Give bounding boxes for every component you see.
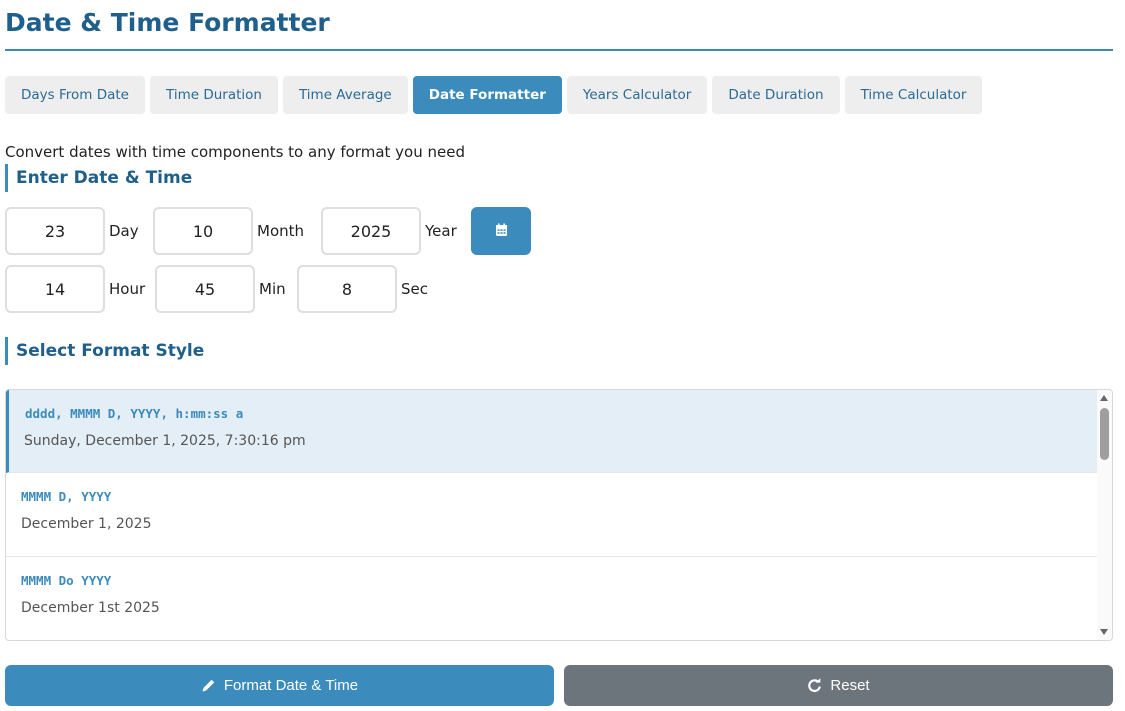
- calendar-button[interactable]: [471, 207, 531, 255]
- format-list[interactable]: dddd, MMMM D, YYYY, h:mm:ss a Sunday, De…: [5, 389, 1113, 641]
- tab-date-duration[interactable]: Date Duration: [712, 76, 840, 114]
- format-example: Sunday, December 1, 2025, 7:30:16 pm: [24, 433, 306, 449]
- format-option[interactable]: MMMM Do YYYY December 1st 2025: [6, 557, 1098, 640]
- minute-input[interactable]: [155, 265, 255, 313]
- hour-label: Hour: [109, 280, 146, 298]
- format-pattern: MMMM Do YYYY: [21, 573, 112, 588]
- day-input[interactable]: [5, 207, 105, 255]
- format-example: December 1, 2025: [21, 516, 152, 532]
- format-button-label: Format Date & Time: [223, 677, 359, 694]
- scroll-thumb[interactable]: [1100, 408, 1109, 460]
- intro-text: Convert dates with time components to an…: [5, 143, 465, 161]
- month-input[interactable]: [153, 207, 253, 255]
- format-date-time-button[interactable]: Format Date & Time: [5, 665, 554, 706]
- minute-label: Min: [259, 280, 286, 298]
- month-label: Month: [257, 222, 305, 240]
- tab-years-calculator[interactable]: Years Calculator: [566, 76, 708, 114]
- format-section-heading: Select Format Style: [5, 337, 204, 365]
- scroll-up-icon[interactable]: [1100, 395, 1108, 401]
- page-title: Date & Time Formatter: [5, 8, 330, 37]
- tab-time-duration[interactable]: Time Duration: [150, 76, 278, 114]
- calendar-icon: [495, 222, 508, 241]
- tab-time-average[interactable]: Time Average: [282, 76, 408, 114]
- pencil-icon: [201, 678, 216, 693]
- second-label: Sec: [401, 280, 428, 298]
- year-input[interactable]: [321, 207, 421, 255]
- hour-input[interactable]: [5, 265, 105, 313]
- format-option[interactable]: dddd, MMMM D, YYYY, h:mm:ss a Sunday, De…: [6, 390, 1098, 473]
- tab-days-from-date[interactable]: Days From Date: [5, 76, 145, 114]
- reset-button-label: Reset: [830, 677, 870, 694]
- format-pattern: dddd, MMMM D, YYYY, h:mm:ss a: [25, 406, 244, 421]
- tab-bar: Days From Date Time Duration Time Averag…: [5, 76, 983, 114]
- scroll-down-icon[interactable]: [1100, 629, 1108, 635]
- redo-icon: [807, 678, 822, 693]
- reset-button[interactable]: Reset: [564, 665, 1113, 706]
- format-list-scrollbar[interactable]: [1097, 390, 1112, 640]
- format-example: December 1st 2025: [21, 600, 160, 616]
- format-option[interactable]: MMMM D, YYYY December 1, 2025: [6, 473, 1098, 557]
- second-input[interactable]: [297, 265, 397, 313]
- date-section-heading: Enter Date & Time: [5, 164, 192, 192]
- date-fields-row: Day Month Year: [5, 207, 531, 255]
- year-label: Year: [425, 222, 457, 240]
- title-divider: [5, 49, 1113, 51]
- tab-time-calculator[interactable]: Time Calculator: [844, 76, 983, 114]
- time-fields-row: Hour Min Sec: [5, 265, 441, 313]
- format-pattern: MMMM D, YYYY: [21, 489, 112, 504]
- tab-date-formatter[interactable]: Date Formatter: [412, 76, 562, 114]
- day-label: Day: [109, 222, 139, 240]
